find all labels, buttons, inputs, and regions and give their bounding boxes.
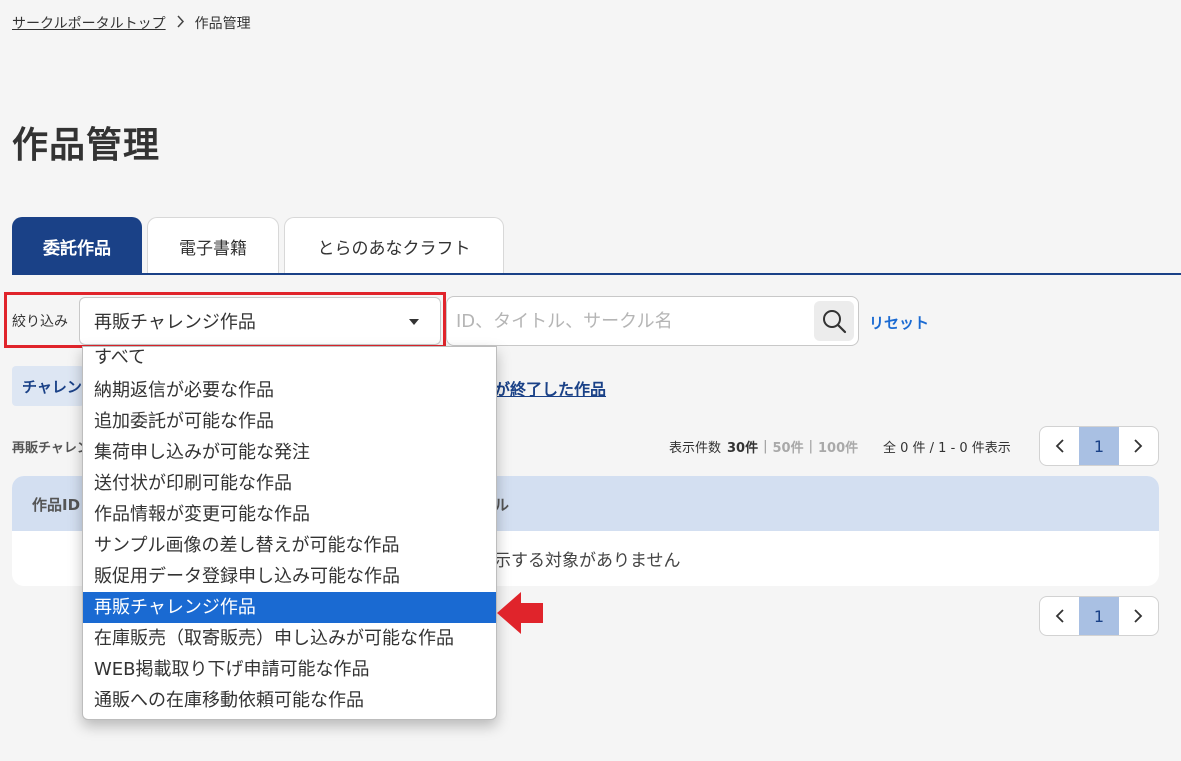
per-page-100[interactable]: 100件	[818, 437, 858, 456]
per-page-current: 30件	[727, 441, 759, 456]
dropdown-option[interactable]: 通販への在庫移動依頼可能な作品	[83, 685, 496, 716]
next-page-button[interactable]	[1119, 597, 1158, 635]
dropdown-option[interactable]: 作品情報が変更可能な作品	[83, 499, 496, 530]
dropdown-option[interactable]: 在庫販売（取寄販売）申し込みが可能な作品	[83, 623, 496, 654]
red-arrow-icon	[497, 592, 543, 634]
breadcrumb-home-link[interactable]: サークルポータルトップ	[12, 13, 166, 33]
page-number-button[interactable]: 1	[1079, 427, 1119, 465]
filter-caption: 再販チャレンジ	[12, 441, 84, 456]
reset-link[interactable]: リセット	[869, 312, 929, 333]
pagination-bottom: 1	[1039, 596, 1159, 636]
chevron-right-icon	[1134, 609, 1143, 623]
chevron-right-icon	[1134, 439, 1143, 453]
dropdown-option[interactable]: 送付状が印刷可能な作品	[83, 468, 496, 499]
per-page-separator: |	[763, 439, 768, 454]
empty-message-text: 示する対象がありません	[494, 551, 681, 571]
pagination-top: 1	[1039, 426, 1159, 466]
breadcrumb: サークルポータルトップ 作品管理	[12, 12, 251, 34]
challenge-ended-link[interactable]: ジが終了した作品	[478, 376, 606, 400]
dropdown-option-all[interactable]: すべて	[83, 347, 496, 375]
result-count: 全 0 件 / 1 - 0 件表示	[883, 441, 1011, 456]
dropdown-option[interactable]: サンプル画像の差し替えが可能な作品	[83, 530, 496, 561]
filter-select-value: 再販チャレンジ作品	[94, 312, 256, 333]
dropdown-option[interactable]: WEB掲載取り下げ申請可能な作品	[83, 654, 496, 685]
page-title: 作品管理	[12, 125, 161, 166]
filter-dropdown-list: すべて 納期返信が必要な作品 追加委託が可能な作品 集荷申し込みが可能な発注 送…	[82, 346, 497, 720]
per-page-label: 表示件数	[669, 441, 722, 456]
prev-page-button[interactable]	[1040, 597, 1079, 635]
dropdown-option[interactable]: 追加委託が可能な作品	[83, 406, 496, 437]
dropdown-option[interactable]: 集荷申し込みが可能な発注	[83, 437, 496, 468]
search-icon	[823, 310, 847, 334]
next-page-button[interactable]	[1119, 427, 1158, 465]
chevron-left-icon	[1055, 609, 1064, 623]
tab-underline	[12, 273, 1181, 275]
breadcrumb-current: 作品管理	[194, 16, 251, 32]
prev-page-button[interactable]	[1040, 427, 1079, 465]
tab-consignment[interactable]: 委託作品	[12, 217, 142, 274]
per-page-selector: 表示件数 30件 | 50件 | 100件	[669, 437, 858, 456]
search-input[interactable]	[456, 306, 806, 336]
tab-ebook[interactable]: 電子書籍	[147, 217, 279, 274]
filter-label: 絞り込み	[12, 314, 68, 330]
per-page-50[interactable]: 50件	[773, 437, 804, 456]
dropdown-option-selected[interactable]: 再販チャレンジ作品	[83, 592, 496, 623]
chevron-left-icon	[1055, 439, 1064, 453]
per-page-separator: |	[808, 439, 813, 454]
search-button[interactable]	[814, 301, 854, 341]
dropdown-option[interactable]: 納期返信が必要な作品	[83, 375, 496, 406]
filter-select[interactable]: 再販チャレンジ作品	[79, 297, 441, 345]
caret-down-icon[interactable]	[409, 319, 419, 325]
page-number-button[interactable]: 1	[1079, 597, 1119, 635]
status-chip[interactable]: チャレンジ	[12, 366, 84, 406]
column-header-title: ル	[496, 496, 510, 514]
dropdown-option[interactable]: 販促用データ登録申し込み可能な作品	[83, 561, 496, 592]
tab-toranoana-craft[interactable]: とらのあなクラフト	[284, 217, 504, 274]
breadcrumb-separator-icon	[176, 14, 185, 32]
